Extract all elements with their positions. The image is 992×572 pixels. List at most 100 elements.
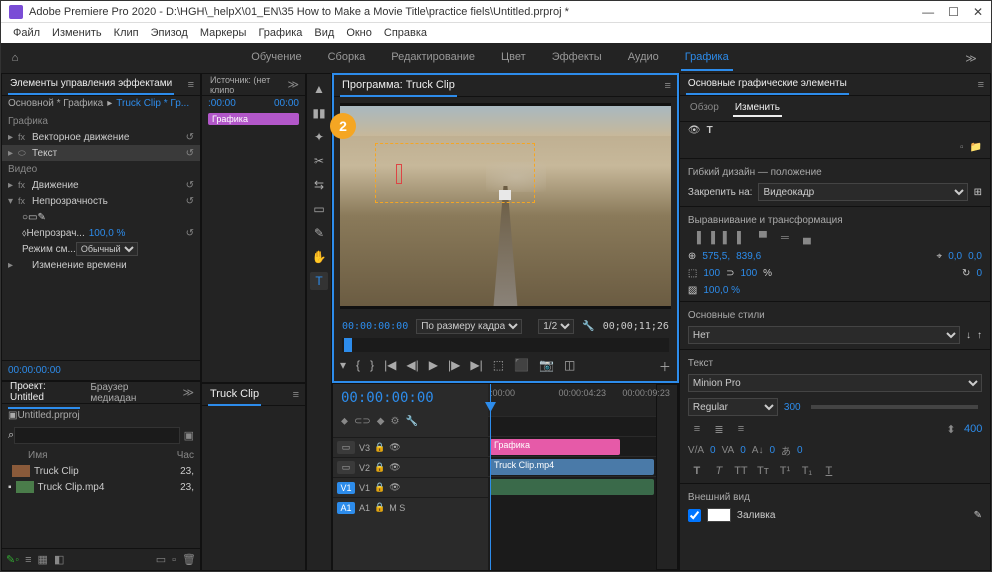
pin-target-icon[interactable]: ⊞ [974, 187, 982, 198]
fill-checkbox[interactable] [688, 509, 701, 522]
menu-sequence[interactable]: Эпизод [147, 25, 192, 41]
slip-tool-icon[interactable]: ⇆ [310, 176, 328, 194]
pin-select[interactable]: Видеокадр [758, 183, 967, 201]
ec-motion[interactable]: Движение [32, 180, 79, 191]
ec-time-remap[interactable]: Изменение времени [32, 260, 127, 271]
tab-media-browser[interactable]: Браузер медиадан [88, 378, 174, 408]
track-v1-target[interactable]: V1 [337, 482, 355, 494]
align-top-icon[interactable]: ▀ [754, 232, 772, 244]
go-out-icon[interactable]: ▶| [470, 358, 482, 375]
ec-clip-link[interactable]: Truck Clip * Гр... [116, 98, 189, 109]
lift-icon[interactable]: ⬚ [493, 358, 504, 375]
align-center-v-icon[interactable]: ═ [776, 232, 794, 244]
new-layer-icon[interactable]: ▫ [960, 142, 964, 153]
ws-color[interactable]: Цвет [497, 45, 530, 71]
track-select-tool-icon[interactable]: ▮▮ [310, 104, 328, 122]
maximize-button[interactable]: ☐ [948, 5, 959, 19]
hand-tool-icon[interactable]: ✋ [310, 248, 328, 266]
selection-tool-icon[interactable]: ▲ [310, 80, 328, 98]
track-v3-target[interactable]: ▭ [337, 441, 355, 454]
col-name[interactable]: Имя [8, 450, 177, 461]
project-item[interactable]: Truck Clip23, [6, 463, 196, 479]
step-fwd-icon[interactable]: |▶ [448, 358, 460, 375]
subscript-icon[interactable]: T₁ [798, 465, 816, 477]
menu-graphics[interactable]: Графика [254, 25, 306, 41]
timeline-clip-audio[interactable] [490, 479, 654, 495]
align-right-icon[interactable]: ▌ [732, 232, 750, 244]
font-select[interactable]: Minion Pro [688, 374, 982, 392]
tl-marker-icon[interactable]: ◆ [377, 416, 385, 427]
project-search-input[interactable] [14, 427, 179, 444]
timeline-clip-video[interactable]: Truck Clip.mp4 [490, 459, 654, 475]
freeform-view-icon[interactable]: ◧ [54, 553, 64, 566]
ws-graphics[interactable]: Графика [681, 45, 733, 71]
comparison-icon[interactable]: ◫ [564, 358, 575, 375]
text-layer-icon[interactable]: T [707, 125, 713, 136]
list-view-icon[interactable]: ≡ [25, 554, 31, 566]
font-weight-select[interactable]: Regular [688, 398, 778, 416]
panel-menu-icon[interactable]: ≡ [188, 79, 194, 91]
ws-assembly[interactable]: Сборка [324, 45, 370, 71]
fill-color-swatch[interactable] [707, 508, 731, 522]
mask-pen-icon[interactable]: ✎ [38, 212, 46, 223]
tab-timeline-seq[interactable]: Truck Clip [208, 384, 261, 406]
tl-settings-icon[interactable]: ⚙ [390, 416, 399, 427]
tl-link-icon[interactable]: ⊂⊃ [354, 416, 371, 427]
program-tc-in[interactable]: 00:00:00:00 [342, 321, 408, 332]
ec-opacity-val[interactable]: 100,0 % [89, 228, 126, 239]
tab-source[interactable]: Источник: (нет клипо [208, 71, 279, 99]
type-tool-icon[interactable]: T [310, 272, 328, 290]
reset-icon[interactable]: ↺ [186, 132, 194, 143]
ws-more-icon[interactable]: ≫ [951, 52, 991, 65]
pos-x[interactable]: 575,5, [702, 251, 730, 262]
font-size[interactable]: 300 [784, 402, 801, 413]
mask-rect-icon[interactable]: ▭ [28, 212, 37, 223]
home-icon[interactable]: ⌂ [1, 52, 29, 64]
trash-icon[interactable]: 🗑 [182, 553, 196, 566]
text-align-center-icon[interactable]: ≣ [710, 423, 728, 436]
egp-tab-edit[interactable]: Изменить [733, 100, 782, 117]
mark-out-icon[interactable]: } [370, 358, 374, 375]
program-video-area[interactable]: 2 [340, 103, 671, 309]
text-align-right-icon[interactable]: ≡ [732, 423, 750, 436]
text-align-left-icon[interactable]: ≡ [688, 423, 706, 436]
reset-icon[interactable]: ↺ [186, 148, 194, 159]
menu-file[interactable]: Файл [9, 25, 44, 41]
smallcaps-icon[interactable]: Tᴛ [754, 465, 772, 477]
razor-tool-icon[interactable]: ✂ [310, 152, 328, 170]
reset-icon[interactable]: ↺ [186, 196, 194, 207]
push-style-icon[interactable]: ↓ [966, 330, 971, 341]
add-marker-icon[interactable]: ▾ [340, 358, 346, 375]
link-scale-icon[interactable]: ⊃ [726, 268, 734, 279]
new-bin-icon[interactable]: ▭ [156, 553, 166, 566]
menu-help[interactable]: Справка [380, 25, 431, 41]
menu-markers[interactable]: Маркеры [196, 25, 251, 41]
project-item[interactable]: ▪Truck Clip.mp423, [6, 479, 196, 495]
timeline-tracks-area[interactable]: :00:00 00:00:04:23 00:00:09:23 Графика T… [488, 384, 656, 570]
ws-learning[interactable]: Обучение [247, 45, 305, 71]
ec-opacity[interactable]: Непрозрачность [32, 196, 108, 207]
eye-icon[interactable]: 👁 [688, 125, 701, 136]
ws-effects[interactable]: Эффекты [548, 45, 606, 71]
tl-wrench-icon[interactable]: 🔧 [405, 416, 417, 427]
menu-view[interactable]: Вид [310, 25, 338, 41]
allcaps-icon[interactable]: TT [732, 465, 750, 477]
go-in-icon[interactable]: |◀ [384, 358, 396, 375]
faux-bold-icon[interactable]: T [688, 465, 706, 477]
pos-y[interactable]: 839,6 [736, 251, 761, 262]
filter-icon[interactable]: ▣ [184, 429, 194, 442]
underline-icon[interactable]: T [820, 465, 838, 477]
menu-clip[interactable]: Клип [110, 25, 143, 41]
icon-view-icon[interactable]: ▦ [38, 553, 48, 566]
tab-program[interactable]: Программа: Truck Clip [340, 75, 457, 97]
button-editor-icon[interactable]: ＋ [659, 358, 671, 375]
ripple-tool-icon[interactable]: ✦ [310, 128, 328, 146]
tab-egp[interactable]: Основные графические элементы [686, 74, 849, 95]
timeline-playhead[interactable] [490, 384, 491, 570]
tab-effect-controls[interactable]: Элементы управления эффектами [8, 74, 174, 95]
eyedropper-icon[interactable]: ✎ [974, 510, 982, 521]
extract-icon[interactable]: ⬛ [514, 358, 529, 375]
reset-icon[interactable]: ↺ [186, 180, 194, 191]
pen-tool-icon[interactable]: ✎ [310, 224, 328, 242]
panel-menu-icon[interactable]: ≫ [182, 386, 194, 399]
